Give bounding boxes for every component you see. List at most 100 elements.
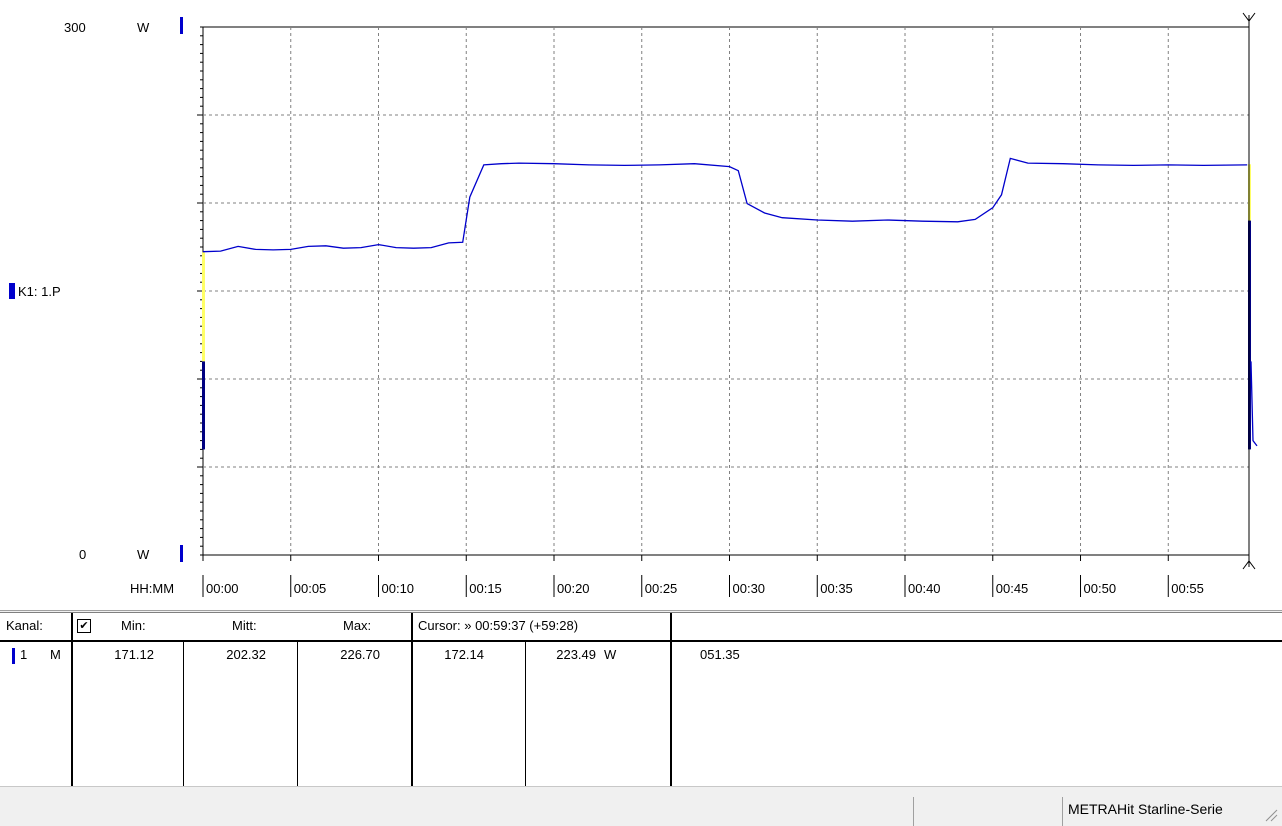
data-point	[378, 244, 380, 246]
data-point	[764, 213, 766, 215]
cell-cursor-2: 223.49	[556, 647, 596, 662]
series-legend-swatch	[9, 283, 15, 299]
status-bar: METRAHit Starline-Serie	[0, 786, 1282, 826]
data-point	[448, 243, 450, 245]
data-point	[922, 220, 924, 222]
column-divider	[297, 642, 298, 786]
data-point	[360, 246, 362, 248]
cell-extra: 051.35	[700, 647, 740, 662]
data-point	[1001, 193, 1003, 195]
axis-ticks: 00:00 00:05 00:10 00:15 00:20 00:25 00:30 00:35…	[197, 26, 1204, 597]
status-separator	[1062, 797, 1063, 826]
header-mitt: Mitt:	[232, 618, 257, 633]
header-max: Max:	[343, 618, 372, 633]
grid	[202, 26, 1249, 556]
y-top-label: 300	[64, 20, 86, 35]
y-bottom-label: 0	[79, 547, 86, 562]
data-point	[887, 220, 889, 222]
header-kanal: Kanal:	[6, 618, 43, 633]
x-tick-label: 00:35	[820, 581, 853, 596]
cell-channel: 1	[20, 647, 28, 662]
data-point	[1203, 165, 1205, 167]
data-point	[694, 163, 696, 165]
data-point	[1167, 163, 1169, 165]
x-tick-label: 00:55	[1171, 581, 1204, 596]
data-point	[1062, 163, 1064, 165]
axis-markers	[180, 17, 1251, 562]
x-tick-label: 00:30	[733, 581, 766, 596]
data-point	[781, 216, 783, 218]
cursor-layer[interactable]	[1242, 12, 1256, 570]
cell-max: 226.70	[340, 647, 380, 662]
data-point	[746, 202, 748, 204]
y-bottom-unit: W	[137, 547, 150, 562]
data-point	[588, 163, 590, 165]
data-point	[395, 246, 397, 248]
data-point	[430, 246, 432, 248]
column-divider	[525, 642, 526, 786]
x-axis-label: HH:MM	[130, 581, 174, 596]
series-line	[202, 157, 1248, 253]
data-point	[659, 163, 661, 165]
data-point	[290, 248, 292, 250]
column-divider	[670, 613, 672, 786]
cell-mitt: 202.32	[226, 647, 266, 662]
data-point	[623, 165, 625, 167]
line-chart[interactable]: 00:00 00:05 00:10 00:15 00:20 00:25 00:30 00:35…	[0, 0, 1282, 610]
range-bar-start-lower	[202, 361, 205, 450]
data-point	[469, 197, 471, 199]
data-point	[462, 241, 464, 243]
data-point	[308, 246, 310, 248]
data-point	[518, 162, 520, 164]
header-divider	[0, 640, 1282, 642]
data-point	[816, 220, 818, 222]
data-point	[1097, 163, 1099, 165]
data-point	[1132, 165, 1134, 167]
x-tick-label: 00:10	[382, 581, 415, 596]
chart-panel: 00:00 00:05 00:10 00:15 00:20 00:25 00:30 00:35…	[0, 0, 1282, 611]
data-point	[255, 248, 257, 250]
show-checkbox[interactable]: ✔	[77, 619, 91, 633]
header-min: Min:	[121, 618, 146, 633]
data-point	[220, 250, 222, 252]
data-point	[483, 163, 485, 165]
x-tick-label: 00:45	[996, 581, 1029, 596]
data-point	[237, 246, 239, 248]
values-table: Kanal: ✔ Min: Mitt: Max: Cursor: » 00:59…	[0, 612, 1282, 786]
x-tick-label: 00:40	[908, 581, 941, 596]
x-tick-label: 00:15	[469, 581, 502, 596]
data-point	[343, 248, 345, 250]
data-point	[413, 248, 415, 250]
data-point	[1027, 162, 1029, 164]
y-top-unit: W	[137, 20, 150, 35]
column-divider	[183, 642, 184, 786]
channel-color-marker	[12, 648, 15, 664]
resize-grip-icon[interactable]	[1264, 808, 1278, 822]
data-point	[553, 163, 555, 165]
cell-unit: W	[604, 647, 617, 662]
status-text: METRAHit Starline-Serie	[1068, 801, 1223, 817]
x-tick-label: 00:50	[1084, 581, 1117, 596]
range-bar-start	[202, 252, 205, 362]
cell-min: 171.12	[114, 647, 154, 662]
cursor-tail-line	[1250, 361, 1258, 447]
data-point	[974, 218, 976, 220]
data-point	[957, 222, 959, 224]
y-bottom-marker	[180, 545, 183, 562]
series-legend-label: K1: 1.P	[18, 284, 61, 299]
data-point	[272, 250, 274, 252]
x-tick-label: 00:00	[206, 581, 239, 596]
data-point	[729, 165, 731, 167]
data-point	[992, 207, 994, 209]
column-divider	[411, 613, 413, 786]
header-cursor: Cursor: » 00:59:37 (+59:28)	[418, 618, 579, 633]
data-point	[1246, 163, 1248, 165]
cell-cursor-1: 172.14	[444, 647, 484, 662]
data-point	[501, 163, 503, 165]
data-point	[737, 171, 739, 173]
data-point	[325, 244, 327, 246]
data-point	[202, 251, 204, 253]
cell-mode: M	[50, 647, 61, 662]
x-tick-label: 00:05	[294, 581, 327, 596]
x-tick-label: 00:25	[645, 581, 678, 596]
